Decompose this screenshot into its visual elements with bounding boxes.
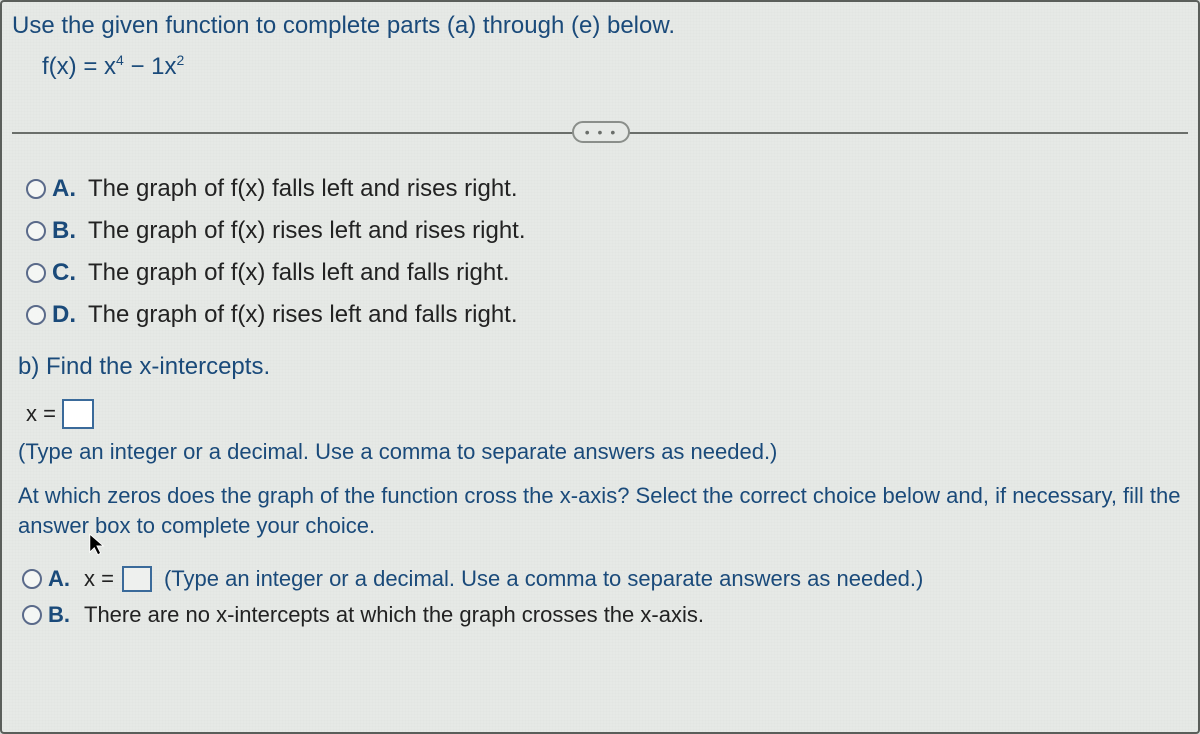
option2-a-prefix: x =	[84, 566, 114, 592]
radio-a[interactable]	[26, 179, 46, 199]
radio-d[interactable]	[26, 305, 46, 325]
option-c-row: C. The graph of f(x) falls left and fall…	[26, 259, 1188, 287]
cross-question: At which zeros does the graph of the fun…	[18, 481, 1182, 540]
option2-b-row: B. There are no x-intercepts at which th…	[22, 602, 1188, 628]
instruction-text: Use the given function to complete parts…	[12, 12, 1188, 40]
option-c-text: The graph of f(x) falls left and falls r…	[88, 259, 510, 287]
radio-b[interactable]	[26, 221, 46, 241]
option-a-row: A. The graph of f(x) falls left and rise…	[26, 175, 1188, 203]
radio2-b[interactable]	[22, 605, 42, 625]
radio2-a[interactable]	[22, 569, 42, 589]
option2-a-label: A.	[48, 566, 76, 592]
option-d-text: The graph of f(x) rises left and falls r…	[88, 301, 518, 329]
x-intercept-line: x =	[26, 399, 1188, 429]
option-a-label: A.	[52, 175, 80, 203]
option2-a-row: A. x = (Type an integer or a decimal. Us…	[22, 566, 1188, 592]
option2-b-label: B.	[48, 602, 76, 628]
hint-1: (Type an integer or a decimal. Use a com…	[18, 439, 1188, 465]
ellipsis-icon: • • •	[585, 124, 617, 140]
divider: • • •	[12, 121, 1188, 145]
option2-a-input[interactable]	[122, 566, 152, 592]
option2-b-text: There are no x-intercepts at which the g…	[84, 602, 704, 628]
x-intercept-input[interactable]	[62, 399, 94, 429]
part-b-title: b) Find the x-intercepts.	[18, 353, 1188, 381]
option-b-row: B. The graph of f(x) rises left and rise…	[26, 217, 1188, 245]
radio-c[interactable]	[26, 263, 46, 283]
question-panel: Use the given function to complete parts…	[0, 0, 1200, 734]
option-d-label: D.	[52, 301, 80, 329]
option-c-label: C.	[52, 259, 80, 287]
option-b-label: B.	[52, 217, 80, 245]
option2-a-hint: (Type an integer or a decimal. Use a com…	[164, 566, 923, 592]
formula-mid: − 1x	[124, 53, 177, 80]
x-equals-label: x =	[26, 401, 56, 427]
formula-prefix: f(x) = x	[42, 53, 116, 80]
function-formula: f(x) = x4 − 1x2	[42, 52, 1188, 81]
option-b-text: The graph of f(x) rises left and rises r…	[88, 217, 526, 245]
formula-exp2: 2	[177, 52, 185, 68]
option-d-row: D. The graph of f(x) rises left and fall…	[26, 301, 1188, 329]
expand-button[interactable]: • • •	[572, 121, 630, 143]
option-a-text: The graph of f(x) falls left and rises r…	[88, 175, 518, 203]
formula-exp1: 4	[116, 52, 124, 68]
